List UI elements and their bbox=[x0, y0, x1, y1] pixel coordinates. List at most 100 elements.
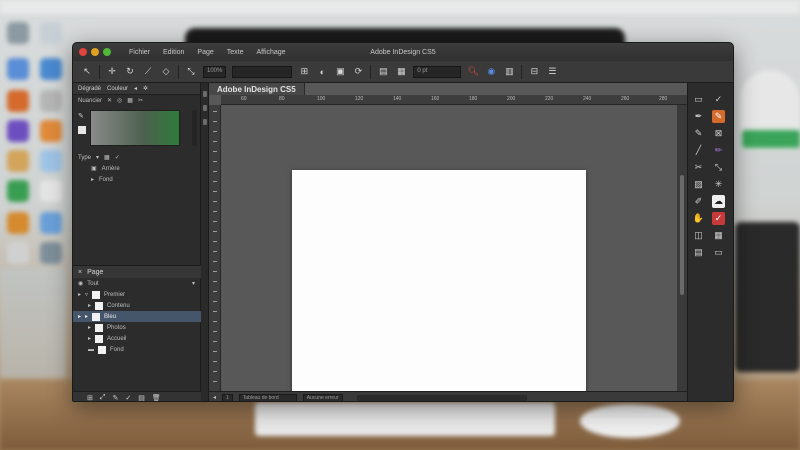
page-item-selected[interactable]: ▸ ▸ Bleu bbox=[73, 311, 201, 322]
expand-arrow-icon[interactable]: ▸ bbox=[91, 176, 94, 183]
shear-icon[interactable]: ⟋ bbox=[142, 66, 154, 78]
page-item[interactable]: ▬ Fond bbox=[73, 344, 201, 355]
dock-handle[interactable] bbox=[202, 91, 207, 97]
page-number-field[interactable]: 1 bbox=[222, 393, 233, 401]
page-item[interactable]: ▸ Photos bbox=[73, 322, 201, 333]
expand-arrow-icon[interactable]: ▸ bbox=[78, 291, 81, 298]
eyedropper-icon[interactable]: ✎ bbox=[78, 112, 86, 120]
pages-tab-close-icon[interactable]: × bbox=[78, 269, 82, 276]
dock-handle[interactable] bbox=[202, 119, 207, 125]
fill-icon[interactable]: ◐ bbox=[316, 66, 328, 78]
frame-grid-icon[interactable]: ▦ bbox=[712, 229, 725, 242]
document-page[interactable] bbox=[292, 170, 586, 401]
expand-arrow-icon[interactable]: ▸ bbox=[85, 313, 88, 320]
eye-icon[interactable]: ▿ bbox=[85, 291, 88, 298]
page-nav-icon[interactable]: ◂ bbox=[213, 394, 216, 401]
search-icon[interactable]: 🔍︎ bbox=[467, 66, 479, 78]
stroke-swatch-icon[interactable]: ✓ bbox=[712, 212, 725, 225]
type-tool-icon[interactable]: ✎ bbox=[712, 110, 725, 123]
line-tool-icon[interactable]: ╱ bbox=[692, 144, 705, 157]
page-item[interactable]: ▸ ▿ Premier bbox=[73, 289, 201, 300]
preflight-field[interactable]: Aucune erreur bbox=[302, 393, 343, 401]
pen-tool-icon[interactable]: ✒ bbox=[692, 110, 705, 123]
layer-row[interactable]: ▣ Arrière bbox=[73, 163, 200, 174]
scissors-tool-icon[interactable]: ✂ bbox=[692, 161, 705, 174]
selection-arrow-icon[interactable]: ↖ bbox=[81, 66, 93, 78]
swatch-scrollbar[interactable] bbox=[192, 110, 197, 146]
tab-gradient[interactable]: Dégradé bbox=[78, 86, 101, 92]
pencil-tool-icon[interactable]: ✎ bbox=[692, 127, 705, 140]
panel-menu-icon[interactable]: ☰ bbox=[546, 66, 558, 78]
minimize-window-button[interactable] bbox=[91, 48, 99, 56]
close-window-button[interactable] bbox=[79, 48, 87, 56]
x-position-field[interactable] bbox=[232, 65, 293, 78]
chevron-down-icon[interactable]: ▾ bbox=[192, 280, 195, 287]
expand-arrow-icon[interactable]: ▸ bbox=[88, 324, 91, 331]
scale-icon[interactable]: ⤡ bbox=[185, 66, 197, 78]
stroke-weight-field[interactable]: 0 pt bbox=[413, 65, 462, 78]
tab-color[interactable]: Couleur bbox=[107, 86, 128, 92]
free-transform-tool-icon[interactable]: ⤡ bbox=[712, 161, 725, 174]
tab-swatches[interactable]: Nuancier bbox=[78, 98, 102, 104]
vertical-scrollbar[interactable] bbox=[677, 105, 687, 391]
page-item[interactable]: ▸ Accueil bbox=[73, 333, 201, 344]
menu-item[interactable]: Affichage bbox=[257, 49, 286, 56]
layer-row[interactable]: ▸ Fond bbox=[73, 174, 200, 185]
scrollbar-thumb[interactable] bbox=[680, 175, 684, 295]
swatch-tool-icon[interactable]: ✕ bbox=[107, 97, 112, 104]
style-field[interactable]: Tableau de bord bbox=[238, 393, 297, 401]
gradient-tool-icon[interactable]: ▨ bbox=[692, 178, 705, 191]
menu-item[interactable]: Edition bbox=[163, 49, 184, 56]
grid-icon[interactable]: ▦ bbox=[104, 154, 110, 161]
chart-icon[interactable]: ▥ bbox=[503, 66, 515, 78]
white-swatch[interactable] bbox=[78, 126, 86, 134]
frame-icon[interactable]: ▦ bbox=[395, 66, 407, 78]
brush-tool-icon[interactable]: ✏ bbox=[712, 144, 725, 157]
expand-arrow-icon[interactable]: ▸ bbox=[88, 302, 91, 309]
hand-tool-icon[interactable]: ✋ bbox=[692, 212, 705, 225]
direct-selection-tool-icon[interactable]: ✓ bbox=[712, 93, 725, 106]
note-tool-icon[interactable]: ✳ bbox=[712, 178, 725, 191]
maximize-window-button[interactable] bbox=[103, 48, 111, 56]
document-tab[interactable]: Adobe InDesign CS5 bbox=[209, 83, 305, 95]
move-icon[interactable]: ✛ bbox=[106, 66, 118, 78]
visibility-icon[interactable]: ◉ bbox=[78, 280, 83, 287]
eyedropper-tool-icon[interactable]: ✐ bbox=[692, 195, 705, 208]
fill-stroke-icon[interactable]: ◫ bbox=[692, 229, 705, 242]
view-mode-icon[interactable]: ▤ bbox=[692, 246, 705, 259]
horizontal-scrollbar[interactable] bbox=[356, 394, 527, 401]
gear-icon[interactable]: ✲ bbox=[143, 85, 148, 92]
reference-point-icon[interactable]: ⊞ bbox=[298, 66, 310, 78]
expand-arrow-icon[interactable]: ▸ bbox=[78, 313, 81, 320]
stroke-swatch-icon[interactable]: ▣ bbox=[334, 66, 346, 78]
align-icon[interactable]: ⊟ bbox=[528, 66, 540, 78]
link-icon[interactable]: ⤢ bbox=[100, 394, 106, 402]
dock-handle[interactable] bbox=[202, 105, 207, 111]
shape-icon[interactable]: ◇ bbox=[160, 66, 172, 78]
check-icon[interactable]: ✓ bbox=[125, 394, 131, 402]
rotate-icon[interactable]: ↻ bbox=[124, 66, 136, 78]
chevron-down-icon[interactable]: ▾ bbox=[96, 154, 99, 161]
refresh-icon[interactable]: ⟳ bbox=[352, 66, 364, 78]
swatch-tool-icon[interactable]: ◎ bbox=[117, 97, 122, 104]
gradient-preview[interactable] bbox=[90, 110, 180, 146]
trash-icon[interactable]: 🗑︎ bbox=[152, 394, 161, 402]
menu-item[interactable]: Texte bbox=[227, 49, 244, 56]
zoom-field[interactable]: 100% bbox=[203, 65, 227, 78]
chevron-icon[interactable]: ◂ bbox=[134, 85, 137, 92]
checkmark-icon[interactable]: ✓ bbox=[115, 154, 120, 161]
new-page-icon[interactable]: ⊞ bbox=[87, 394, 93, 402]
expand-arrow-icon[interactable]: ▸ bbox=[88, 335, 91, 342]
globe-icon[interactable]: ◉ bbox=[485, 66, 497, 78]
brush-icon[interactable]: ✎ bbox=[112, 394, 118, 402]
swatch-tool-icon[interactable]: ▦ bbox=[127, 97, 133, 104]
rectangle-frame-tool-icon[interactable]: ⊠ bbox=[712, 127, 725, 140]
menu-item[interactable]: Fichier bbox=[129, 49, 150, 56]
menu-item[interactable]: Page bbox=[197, 49, 213, 56]
selection-tool-icon[interactable]: ▭ bbox=[692, 93, 705, 106]
page-item[interactable]: ▸ Contenu bbox=[73, 300, 201, 311]
screen-mode-icon[interactable]: ▭ bbox=[712, 246, 725, 259]
swatch-tool-icon[interactable]: ✂ bbox=[138, 97, 143, 104]
document-icon[interactable]: ▤ bbox=[377, 66, 389, 78]
note-icon[interactable]: ▤ bbox=[138, 394, 145, 402]
